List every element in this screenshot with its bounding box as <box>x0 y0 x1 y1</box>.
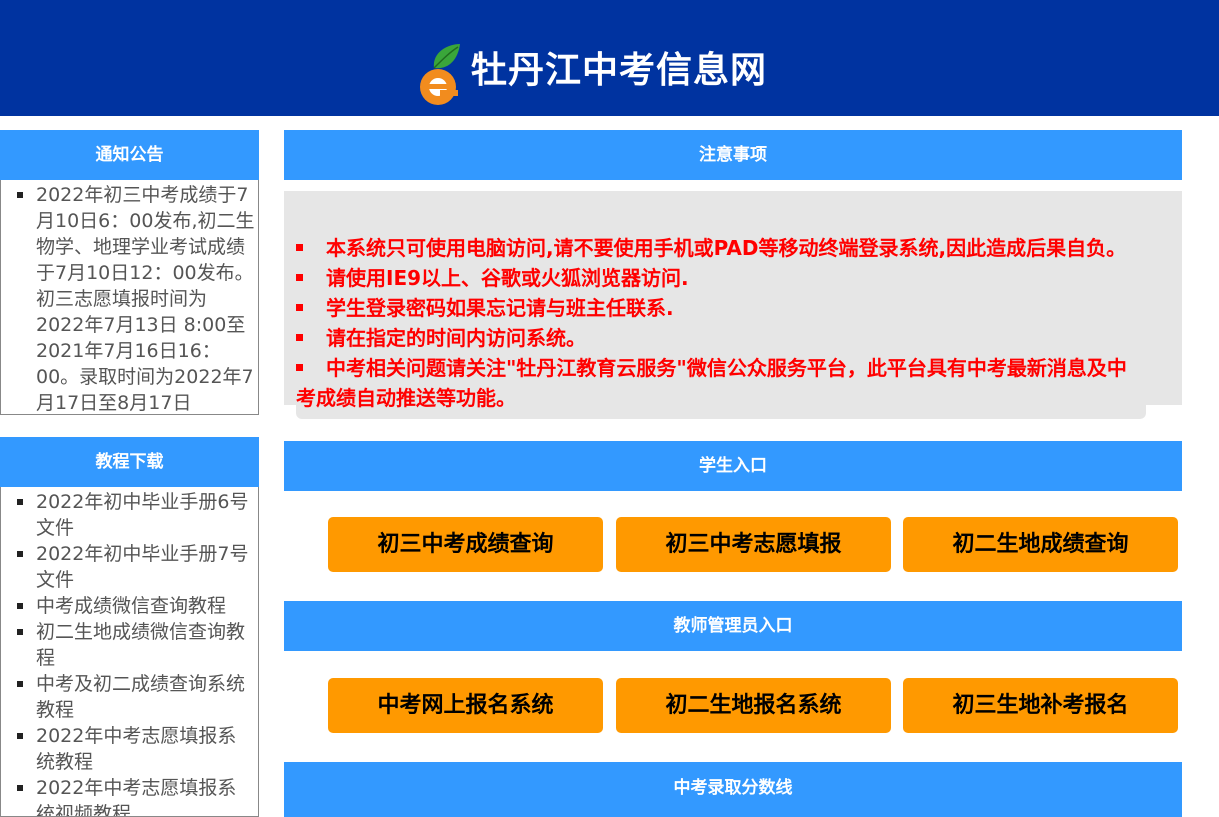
notice-item-text: 请在指定的时间内访问系统。 <box>326 326 586 350</box>
red-square-bullet-icon <box>296 304 303 311</box>
site-header: 牡丹江中考信息网 <box>0 0 1219 116</box>
notice-item: 中考相关问题请关注"牡丹江教育云服务"微信公众服务平台，此平台具有中考最新消息及… <box>296 353 1146 413</box>
download-list-item[interactable]: 初二生地成绩微信查询教程 <box>1 619 258 671</box>
notice-item: 请使用IE9以上、谷歌或火狐浏览器访问. <box>296 263 1146 293</box>
red-square-bullet-icon <box>296 244 303 251</box>
e-leaf-logo-icon <box>420 44 460 105</box>
student-section-title: 学生入口 <box>284 441 1182 491</box>
teacher-button-3[interactable]: 初三生地补考报名 <box>903 678 1178 733</box>
teacher-section-title: 教师管理员入口 <box>284 601 1182 651</box>
teacher-button-2[interactable]: 初二生地报名系统 <box>616 678 891 733</box>
download-panel-title: 教程下载 <box>0 437 259 487</box>
site-title: 牡丹江中考信息网 <box>471 50 768 91</box>
notice-item-text: 学生登录密码如果忘记请与班主任联系. <box>326 296 674 320</box>
notice-text: 本系统只可使用电脑访问,请不要使用手机或PAD等移动终端登录系统,因此造成后果自… <box>296 233 1146 419</box>
notice-list: 2022年初三中考成绩于7月10日6：00发布,初二生物学、地理学业考试成绩于7… <box>1 182 258 414</box>
download-list-item[interactable]: 2022年初中毕业手册6号文件 <box>1 489 258 541</box>
download-list: 2022年初中毕业手册6号文件 2022年初中毕业手册7号文件 中考成绩微信查询教程… <box>1 489 258 816</box>
student-button-3[interactable]: 初二生地成绩查询 <box>903 517 1178 572</box>
notice-item-text: 本系统只可使用电脑访问,请不要使用手机或PAD等移动终端登录系统,因此造成后果自… <box>326 236 1127 260</box>
notice-panel-title: 通知公告 <box>0 130 259 180</box>
notice-item: 请在指定的时间内访问系统。 <box>296 323 1146 353</box>
red-square-bullet-icon <box>296 334 303 341</box>
notice-list-item[interactable]: 2022年初三中考成绩于7月10日6：00发布,初二生物学、地理学业考试成绩于7… <box>1 182 258 414</box>
notice-item-text: 请使用IE9以上、谷歌或火狐浏览器访问. <box>326 266 689 290</box>
download-list-item[interactable]: 2022年初中毕业手册7号文件 <box>1 541 258 593</box>
notice-item: 本系统只可使用电脑访问,请不要使用手机或PAD等移动终端登录系统,因此造成后果自… <box>296 233 1146 263</box>
notice-section-title: 注意事项 <box>284 130 1182 180</box>
download-list-item[interactable]: 2022年中考志愿填报系统教程 <box>1 723 258 775</box>
student-button-1[interactable]: 初三中考成绩查询 <box>328 517 603 572</box>
teacher-button-1[interactable]: 中考网上报名系统 <box>328 678 603 733</box>
download-list-item[interactable]: 中考成绩微信查询教程 <box>1 593 258 619</box>
notice-panel: 2022年初三中考成绩于7月10日6：00发布,初二生物学、地理学业考试成绩于7… <box>0 180 259 415</box>
download-panel: 2022年初中毕业手册6号文件 2022年初中毕业手册7号文件 中考成绩微信查询教程… <box>0 487 259 817</box>
scores-section-title: 中考录取分数线 <box>284 762 1182 817</box>
student-button-2[interactable]: 初三中考志愿填报 <box>616 517 891 572</box>
red-square-bullet-icon <box>296 364 303 371</box>
download-list-item[interactable]: 2022年中考志愿填报系统视频教程 <box>1 775 258 816</box>
notice-item-text: 中考相关问题请关注"牡丹江教育云服务"微信公众服务平台，此平台具有中考最新消息及… <box>296 356 1127 410</box>
notice-item: 学生登录密码如果忘记请与班主任联系. <box>296 293 1146 323</box>
download-list-item[interactable]: 中考及初二成绩查询系统教程 <box>1 671 258 723</box>
red-square-bullet-icon <box>296 274 303 281</box>
